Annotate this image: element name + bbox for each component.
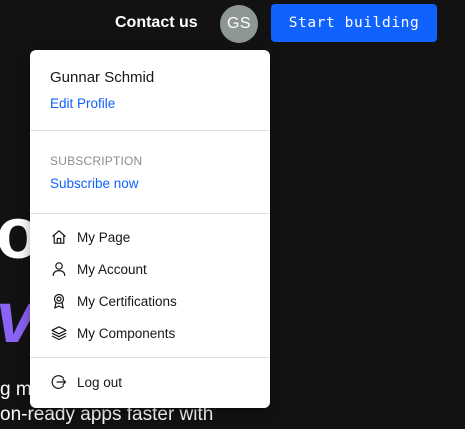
subscription-heading: SUBSCRIPTION [50,154,143,168]
user-dropdown-menu: Gunnar Schmid Edit Profile SUBSCRIPTION … [30,50,270,408]
layers-icon [50,324,68,342]
menu-item-my-certifications[interactable]: My Certifications [50,291,177,311]
start-building-button[interactable]: Start building [271,4,437,42]
edit-profile-link[interactable]: Edit Profile [50,96,115,112]
menu-item-label: My Page [77,229,131,245]
subscribe-now-link[interactable]: Subscribe now [50,176,139,192]
logout-button[interactable]: Log out [50,372,122,392]
avatar[interactable]: GS [220,5,258,43]
badge-icon [50,292,68,310]
menu-divider [30,130,270,131]
contact-us-link[interactable]: Contact us [115,13,198,33]
logout-label: Log out [77,374,123,390]
menu-divider [30,213,270,214]
user-name: Gunnar Schmid [50,69,155,86]
menu-item-my-page[interactable]: My Page [50,227,130,247]
menu-divider [30,357,270,358]
menu-item-my-components[interactable]: My Components [50,323,175,343]
user-icon [50,260,68,278]
menu-item-label: My Account [77,261,147,277]
menu-item-label: My Components [77,325,176,341]
logout-icon [50,373,68,391]
home-icon [50,228,68,246]
menu-item-label: My Certifications [77,293,177,309]
menu-item-my-account[interactable]: My Account [50,259,147,279]
